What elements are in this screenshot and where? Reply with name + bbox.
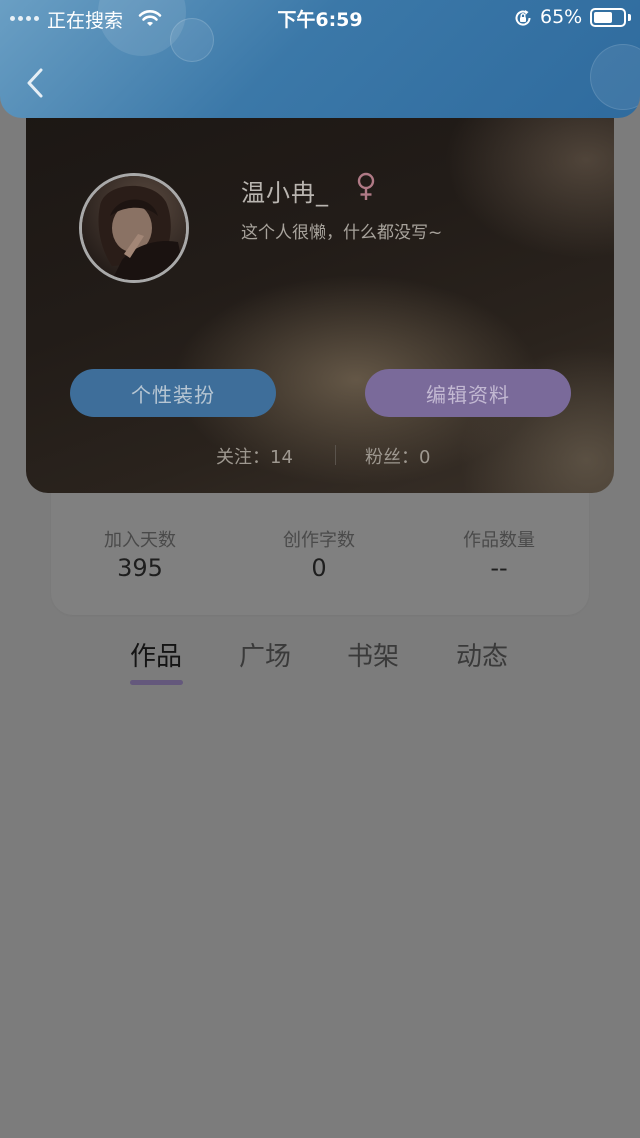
stat-label: 创作字数 (283, 530, 355, 551)
stat-value: -- (490, 554, 508, 582)
tab-activity[interactable]: 动态 (442, 636, 522, 673)
header: 正在搜索 下午6:59 65% (0, 0, 640, 118)
edit-profile-button[interactable]: 编辑资料 (365, 369, 571, 417)
bio-text: 这个人很懒，什么都没写~ (241, 223, 443, 243)
decor-bubble (590, 44, 640, 110)
stat-value: 395 (117, 554, 163, 582)
stat-value: 0 (311, 554, 327, 582)
tab-works[interactable]: 作品 (116, 636, 196, 673)
divider (335, 445, 336, 465)
stat-word-count: 创作字数 0 (249, 526, 389, 582)
battery-tip (628, 14, 631, 21)
fans-count[interactable]: 粉丝：0 (365, 443, 430, 469)
follow-stats: 关注：14 粉丝：0 (26, 443, 614, 469)
tab-square[interactable]: 广场 (225, 636, 305, 673)
username: 温小冉_ (241, 179, 329, 207)
stat-label: 作品数量 (463, 530, 535, 551)
stat-join-days: 加入天数 395 (70, 526, 210, 582)
female-symbol-icon (357, 172, 375, 200)
battery-icon (590, 8, 626, 27)
profile-card: 温小冉_ 这个人很懒，什么都没写~ 个性装扮 编辑资料 关注：14 粉丝：0 (26, 100, 614, 493)
battery-percent: 65% (540, 6, 583, 28)
avatar-photo (82, 176, 186, 280)
active-tab-indicator (130, 680, 183, 685)
avatar[interactable] (79, 173, 189, 283)
stat-works-count: 作品数量 -- (429, 526, 569, 582)
stats-card: 加入天数 395 创作字数 0 作品数量 -- (51, 486, 589, 615)
status-bar: 正在搜索 下午6:59 65% (0, 0, 640, 36)
profile-screen: 正在搜索 下午6:59 65% 温小冉_ 这个人很懒，什么都没写~ 个性装扮 编… (0, 0, 640, 1138)
content-tabs: 作品 广场 书架 动态 (0, 636, 640, 696)
tab-bookshelf[interactable]: 书架 (333, 636, 413, 673)
dress-up-button[interactable]: 个性装扮 (70, 369, 276, 417)
back-button[interactable] (22, 66, 48, 100)
rotation-lock-icon (515, 10, 531, 26)
stat-label: 加入天数 (104, 530, 176, 551)
following-count[interactable]: 关注：14 (216, 443, 293, 469)
